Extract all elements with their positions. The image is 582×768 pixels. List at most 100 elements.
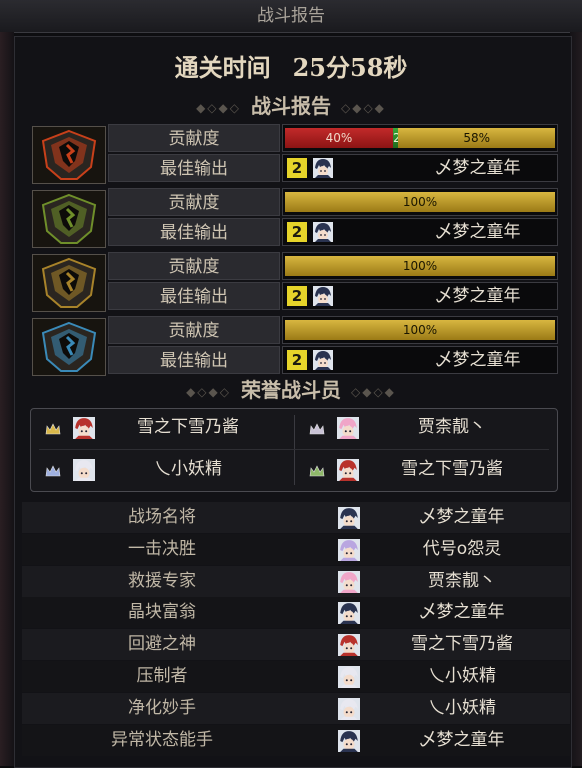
honor-member[interactable]: 雪之下雪乃酱 bbox=[31, 409, 287, 445]
dark-hair-avatar bbox=[338, 507, 360, 529]
award-row: 压制者 乀小妖精 bbox=[22, 661, 570, 692]
award-title: 晶块富翁 bbox=[128, 602, 196, 623]
honor-member-name: 乀小妖精 bbox=[154, 459, 222, 479]
contribution-segment: 40% bbox=[285, 128, 393, 148]
red-hair-avatar bbox=[73, 417, 95, 439]
crown-icon bbox=[45, 420, 61, 435]
red-boss-icon bbox=[32, 126, 106, 184]
award-row: 回避之神 雪之下雪乃酱 bbox=[22, 629, 570, 661]
best-output-label: 最佳输出 bbox=[108, 154, 280, 182]
ornament-left: ◆◇◆◇ bbox=[196, 100, 241, 115]
honor-member-name: 贾柰靓丶 bbox=[418, 417, 486, 437]
contribution-bar: 100% bbox=[282, 188, 558, 216]
award-winner[interactable]: 乀小妖精 bbox=[372, 693, 552, 724]
ornament-right: ◇◆◇◆ bbox=[351, 384, 396, 399]
award-title: 异常状态能手 bbox=[111, 729, 213, 750]
contribution-segments: 100% bbox=[285, 192, 555, 212]
crown-icon bbox=[309, 420, 325, 435]
contribution-segment: 100% bbox=[285, 320, 555, 340]
contribution-segments: 100% bbox=[285, 320, 555, 340]
blue-boss-icon bbox=[32, 318, 106, 376]
award-winner[interactable]: 乄梦之童年 bbox=[372, 597, 552, 628]
rank-badge: 2 bbox=[287, 350, 307, 370]
clear-time-value: 25分58秒 bbox=[292, 53, 408, 82]
contribution-segment: 58% bbox=[398, 128, 555, 148]
crown-icon bbox=[309, 462, 325, 477]
dark-hair-avatar bbox=[338, 729, 360, 752]
contribution-bar: 40%2%58% bbox=[282, 124, 558, 152]
dark-hair-avatar bbox=[313, 350, 333, 370]
dark-hair-avatar bbox=[313, 222, 333, 242]
rank-badge: 2 bbox=[287, 222, 307, 242]
honor-member[interactable]: 贾柰靓丶 bbox=[295, 409, 551, 445]
best-output-player[interactable]: 乄梦之童年 bbox=[403, 283, 553, 309]
left-frame bbox=[0, 32, 14, 766]
clear-time: 通关时间 25分58秒 bbox=[22, 44, 560, 92]
crown-icon bbox=[45, 462, 61, 477]
award-winner[interactable]: 乄梦之童年 bbox=[372, 502, 552, 533]
honor-member[interactable]: 雪之下雪乃酱 bbox=[295, 451, 551, 487]
dark-hair-avatar bbox=[313, 158, 333, 178]
gold-boss-icon bbox=[32, 254, 106, 312]
contribution-label: 贡献度 bbox=[108, 316, 280, 344]
award-winner[interactable]: 乀小妖精 bbox=[372, 661, 552, 692]
award-row: 战场名将 乄梦之童年 bbox=[22, 502, 570, 533]
best-output-value: 2 乄梦之童年 bbox=[282, 346, 558, 374]
purple-hair-avatar bbox=[338, 538, 360, 561]
white-hair-avatar bbox=[73, 459, 95, 481]
contribution-bar: 100% bbox=[282, 252, 558, 280]
white-hair-avatar bbox=[338, 666, 360, 688]
contribution-segment: 100% bbox=[285, 192, 555, 212]
dark-hair-avatar bbox=[338, 602, 360, 625]
award-winner[interactable]: 贾柰靓丶 bbox=[372, 566, 552, 597]
battle-report-heading: ◆◇◆◇ 战斗报告 ◇◆◇◆ bbox=[22, 92, 560, 120]
award-row: 一击决胜 代号o怨灵 bbox=[22, 533, 570, 565]
boss-row: 贡献度 100% 最佳输出 2 乄梦之童年 bbox=[30, 316, 558, 376]
best-output-value: 2 乄梦之童年 bbox=[282, 154, 558, 182]
ornament-left: ◆◇◆◇ bbox=[186, 384, 231, 399]
pink-hair-avatar bbox=[338, 570, 360, 593]
contribution-segment: 100% bbox=[285, 256, 555, 276]
award-winner[interactable]: 乄梦之童年 bbox=[372, 725, 552, 756]
contribution-label: 贡献度 bbox=[108, 124, 280, 152]
contribution-label: 贡献度 bbox=[108, 188, 280, 216]
dark-hair-avatar bbox=[313, 286, 333, 306]
window-title: 战斗报告 bbox=[0, 0, 582, 33]
award-row: 晶块富翁 乄梦之童年 bbox=[22, 597, 570, 629]
honor-member-name: 雪之下雪乃酱 bbox=[137, 417, 239, 437]
honor-member-name: 雪之下雪乃酱 bbox=[401, 459, 503, 479]
award-title: 回避之神 bbox=[128, 634, 196, 655]
honor-member[interactable]: 乀小妖精 bbox=[31, 451, 287, 487]
contribution-bar: 100% bbox=[282, 316, 558, 344]
honor-title: 荣誉战斗员 bbox=[241, 378, 341, 402]
best-output-player[interactable]: 乄梦之童年 bbox=[403, 219, 553, 245]
contribution-segments: 40%2%58% bbox=[285, 128, 555, 148]
best-output-label: 最佳输出 bbox=[108, 282, 280, 310]
award-row: 异常状态能手 乄梦之童年 bbox=[22, 724, 570, 756]
boss-row: 贡献度40%2%58%最佳输出 2 乄梦之童年 bbox=[30, 124, 558, 184]
award-title: 救援专家 bbox=[128, 570, 196, 591]
boss-row: 贡献度 100% 最佳输出 2 乄梦之童年 bbox=[30, 188, 558, 248]
battle-report-window: 战斗报告 通关时间25分58秒 ◆◇◆◇战斗报告◇◆◇◆ 贡献度40%2%58%… bbox=[0, 0, 582, 768]
award-winner[interactable]: 代号o怨灵 bbox=[372, 534, 552, 565]
award-title: 一击决胜 bbox=[128, 538, 196, 559]
rank-badge: 2 bbox=[287, 158, 307, 178]
contribution-label: 贡献度 bbox=[108, 252, 280, 280]
award-row: 救援专家 贾柰靓丶 bbox=[22, 565, 570, 597]
best-output-player[interactable]: 乄梦之童年 bbox=[403, 155, 553, 181]
clear-time-label: 通关时间 bbox=[174, 53, 271, 82]
honor-divider-horizontal bbox=[39, 449, 549, 450]
rank-badge: 2 bbox=[287, 286, 307, 306]
ornament-right: ◇◆◇◆ bbox=[341, 100, 386, 115]
white-hair-avatar bbox=[338, 697, 360, 720]
award-title: 净化妙手 bbox=[128, 697, 196, 718]
red-hair-avatar bbox=[338, 634, 360, 657]
best-output-value: 2 乄梦之童年 bbox=[282, 282, 558, 310]
honor-heading: ◆◇◆◇ 荣誉战斗员 ◇◆◇◆ bbox=[22, 376, 560, 404]
best-output-label: 最佳输出 bbox=[108, 346, 280, 374]
boss-row: 贡献度 100% 最佳输出 2 乄梦之童年 bbox=[30, 252, 558, 312]
green-boss-icon bbox=[32, 190, 106, 248]
battle-report-title: 战斗报告 bbox=[251, 94, 331, 118]
award-winner[interactable]: 雪之下雪乃酱 bbox=[372, 629, 552, 660]
best-output-player[interactable]: 乄梦之童年 bbox=[403, 347, 553, 373]
